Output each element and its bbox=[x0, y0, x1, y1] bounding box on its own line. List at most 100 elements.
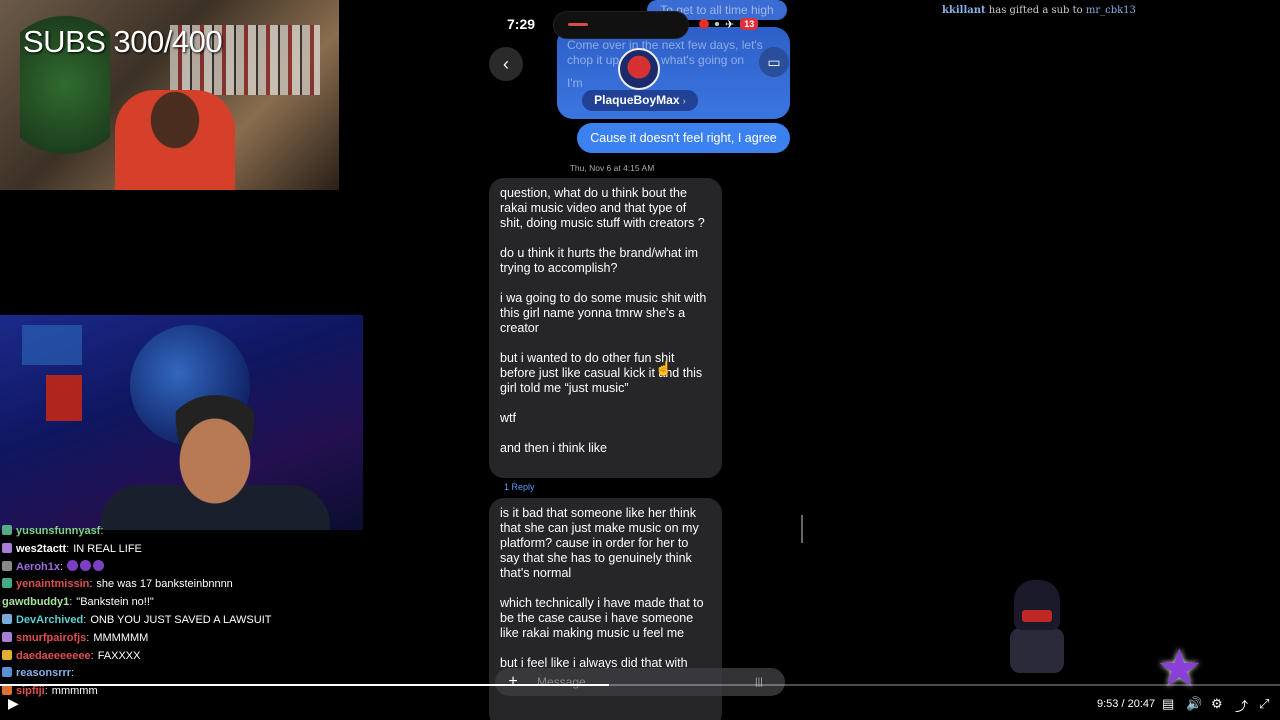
chat-username[interactable]: yenaintmissin bbox=[16, 578, 89, 590]
chat-separator: : bbox=[69, 596, 73, 609]
phone-screen-recording: To get to all time high Come over in the… bbox=[487, 0, 803, 720]
message-paragraph: and then i think like bbox=[500, 441, 608, 455]
airplane-icon: ✈ bbox=[725, 18, 735, 31]
chat-separator: : bbox=[66, 542, 70, 555]
reply-link[interactable]: 1 Reply bbox=[504, 482, 535, 492]
chat-separator: : bbox=[100, 525, 104, 537]
chat-separator: : bbox=[89, 578, 93, 591]
chat-message: DevArchived: ONB YOU JUST SAVED A LAWSUIT bbox=[0, 612, 440, 630]
chat-text: IN REAL LIFE bbox=[73, 542, 142, 555]
emote-icon bbox=[67, 559, 79, 571]
partial-message-text-2: I'm bbox=[567, 76, 583, 90]
chat-separator: : bbox=[60, 560, 64, 573]
user-badge-icon bbox=[2, 578, 12, 589]
wall-poster bbox=[22, 325, 82, 365]
chat-message: wes2tactt: IN REAL LIFE bbox=[0, 541, 440, 559]
message-timestamp: Thu, Nov 6 at 4:15 AM bbox=[569, 163, 655, 173]
chat-text: FAXXXX bbox=[97, 649, 141, 662]
gift-recipient: mr_cbk13 bbox=[1085, 5, 1136, 16]
chat-username[interactable]: DevArchived bbox=[16, 614, 83, 626]
gifter-name: kkillant bbox=[942, 5, 986, 16]
sent-message-bubble: Cause it doesn't feel right, I agree bbox=[577, 123, 790, 153]
chat-username[interactable]: Aeroh1x bbox=[16, 561, 60, 573]
user-badge-icon bbox=[2, 667, 12, 678]
time-readout: 9:53 / 20:47 bbox=[1097, 698, 1156, 710]
chat-message: gawdbuddy1: "Bankstein no!!" bbox=[0, 594, 440, 612]
settings-gear-icon[interactable]: ⚙ bbox=[1211, 696, 1223, 712]
streamer-webcam-top: SUBS 300/400 bbox=[0, 0, 339, 190]
chat-message: daedaeeeeeee: FAXXXX bbox=[0, 648, 440, 666]
streamer-head bbox=[160, 395, 270, 505]
contact-avatar[interactable] bbox=[618, 48, 660, 90]
chat-message: reasonsrrr: bbox=[0, 665, 440, 683]
chat-message: Aeroh1x: bbox=[0, 559, 440, 577]
volume-icon[interactable]: 🔊 bbox=[1186, 696, 1202, 712]
contact-name-pill[interactable]: PlaqueBoyMax › bbox=[582, 90, 698, 111]
user-badge-icon bbox=[2, 631, 12, 642]
composer-input[interactable]: Message... bbox=[537, 675, 755, 689]
player-controls: ▶ 9:53 / 20:47 ▤ 🔊 ⚙ ⤴ ⤢ bbox=[0, 692, 1280, 718]
chat-username[interactable]: gawdbuddy1 bbox=[2, 596, 69, 608]
received-message-bubble: question, what do u think bout the rakai… bbox=[489, 178, 722, 478]
user-badge-icon bbox=[2, 613, 12, 624]
scroll-indicator[interactable] bbox=[801, 515, 803, 543]
message-paragraph: question, what do u think bout the rakai… bbox=[500, 186, 705, 230]
message-paragraph: which technically i have made that to be… bbox=[500, 596, 704, 640]
captions-icon[interactable]: ▤ bbox=[1162, 696, 1174, 712]
chat-username[interactable]: wes2tactt bbox=[16, 543, 66, 555]
mascot-head bbox=[1014, 580, 1060, 630]
red-poster bbox=[46, 375, 82, 421]
video-progress-bar[interactable] bbox=[0, 684, 1280, 686]
dynamic-island bbox=[553, 11, 689, 39]
plus-icon[interactable]: + bbox=[503, 673, 523, 691]
status-icons: ✈ 13 bbox=[699, 15, 759, 33]
chat-separator: : bbox=[90, 649, 94, 662]
fullscreen-icon[interactable]: ⤢ bbox=[1259, 696, 1269, 712]
user-badge-icon bbox=[2, 542, 12, 553]
streamer-figure bbox=[115, 90, 235, 190]
message-paragraph: wtf bbox=[500, 411, 516, 425]
mascot-mouth bbox=[1022, 610, 1052, 622]
user-badge-icon bbox=[2, 525, 12, 535]
mouse-cursor-icon: ☝ bbox=[655, 360, 673, 376]
chevron-right-icon: › bbox=[682, 96, 686, 107]
chat-message: yenaintmissin: she was 17 banksteinbnnnn bbox=[0, 576, 440, 594]
dot-icon bbox=[715, 22, 719, 26]
gift-text: has gifted a sub to bbox=[985, 5, 1086, 16]
contact-name: PlaqueBoyMax bbox=[594, 93, 680, 107]
partial-message-text: Come over in the next few days, let's ch… bbox=[567, 38, 763, 67]
chat-separator: : bbox=[71, 667, 75, 680]
stream-chat: yusunsfunnyasf: wes2tactt: IN REAL LIFE Aer… bbox=[0, 523, 440, 701]
subs-goal-text: SUBS 300/400 bbox=[23, 24, 223, 59]
user-badge-icon bbox=[2, 649, 12, 660]
chat-message: yusunsfunnyasf: bbox=[0, 523, 440, 541]
mascot-body bbox=[1010, 628, 1064, 673]
chat-username[interactable]: daedaeeeeeee bbox=[16, 650, 91, 662]
chat-separator: : bbox=[83, 613, 87, 626]
chat-text: "Bankstein no!!" bbox=[76, 596, 154, 609]
chat-separator: : bbox=[86, 631, 90, 644]
battery-badge: 13 bbox=[740, 18, 759, 30]
message-paragraph: i wa going to do some music shit with th… bbox=[500, 291, 707, 335]
emote-icon bbox=[93, 559, 105, 571]
status-time: 7:29 bbox=[507, 16, 536, 32]
chat-text: she was 17 banksteinbnnnn bbox=[96, 578, 233, 591]
share-icon[interactable]: ⤴ bbox=[1235, 696, 1248, 715]
play-icon[interactable]: ▶ bbox=[8, 695, 19, 712]
streamer-webcam-bottom bbox=[0, 315, 363, 530]
audio-wave-icon bbox=[568, 23, 588, 26]
chat-text: ONB YOU JUST SAVED A LAWSUIT bbox=[90, 613, 272, 626]
message-paragraph: is it bad that someone like her think th… bbox=[500, 506, 699, 580]
video-call-button[interactable]: ▭ bbox=[759, 47, 789, 77]
user-badge-icon bbox=[2, 560, 12, 571]
back-button[interactable]: ‹ bbox=[489, 47, 523, 81]
batman-mascot bbox=[1002, 580, 1072, 680]
star-logo-icon: ★ bbox=[1156, 640, 1203, 698]
chat-username[interactable]: yusunsfunnyasf bbox=[16, 525, 100, 537]
chat-username[interactable]: smurfpairofjs bbox=[16, 632, 86, 644]
chat-message: smurfpairofjs: MMMMMM bbox=[0, 630, 440, 648]
chat-username[interactable]: reasonsrrr bbox=[16, 667, 71, 679]
progress-fill bbox=[0, 684, 610, 686]
emote-icon bbox=[80, 559, 92, 571]
message-paragraph: but i wanted to do other fun shit before… bbox=[500, 351, 703, 395]
